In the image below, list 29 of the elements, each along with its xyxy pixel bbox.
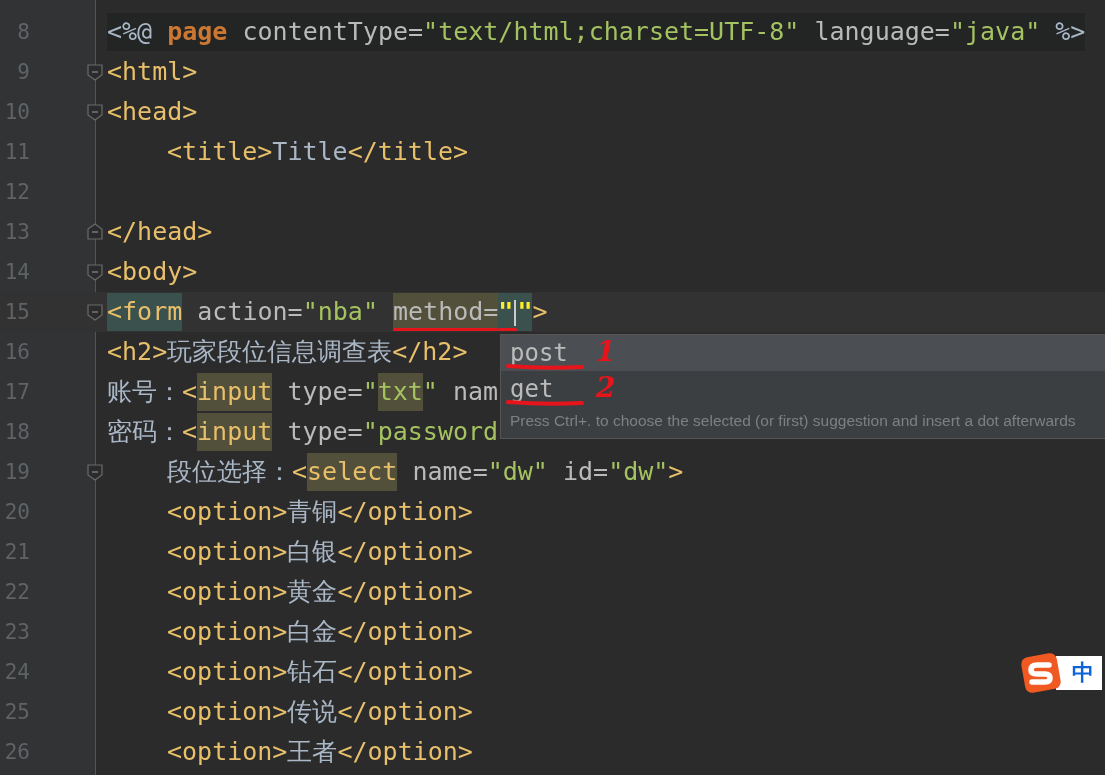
fold-icon[interactable] <box>86 223 104 241</box>
fold-icon[interactable] <box>86 263 104 281</box>
code-line: <option>白金</option> <box>167 616 473 648</box>
input-mode-indicator[interactable]: 中 <box>1056 656 1102 690</box>
code-line: 段位选择：<select name="dw" id="dw"> <box>167 453 684 491</box>
code-line: <option>传说</option> <box>167 696 473 728</box>
code-line: <h2>玩家段位信息调查表</h2> <box>107 336 468 368</box>
fold-icon[interactable] <box>86 303 104 321</box>
code-line: <html> <box>107 56 198 88</box>
code-line: <body> <box>107 256 198 288</box>
fold-icon[interactable] <box>86 63 104 81</box>
popup-hint: Press Ctrl+. to choose the selected (or first) suggestion and insert a dot afterwards <box>509 411 1077 431</box>
code-line: </head> <box>107 216 213 248</box>
code-editor[interactable] <box>0 0 1105 775</box>
handwritten-note: 2 <box>596 371 616 405</box>
code-line: <option>黄金</option> <box>167 576 473 608</box>
code-line: <option>王者</option> <box>167 736 473 768</box>
code-line: <form action="nba" method=" "> <box>107 293 548 331</box>
handwritten-note: 1 <box>596 335 616 369</box>
code-line: 账号：<input type="txt" nam <box>107 373 499 411</box>
code-line: 密码：<input type="password <box>107 413 499 451</box>
code-line: <option>白银</option> <box>167 536 473 568</box>
code-line: <title>Title</title> <box>167 136 469 168</box>
code-line: <head> <box>107 96 198 128</box>
code-line: <option>青铜</option> <box>167 496 473 528</box>
code-line: <option>钻石</option> <box>167 656 473 688</box>
fold-icon[interactable] <box>86 103 104 121</box>
input-method-icon[interactable] <box>1020 652 1062 694</box>
fold-icon[interactable] <box>86 463 104 481</box>
